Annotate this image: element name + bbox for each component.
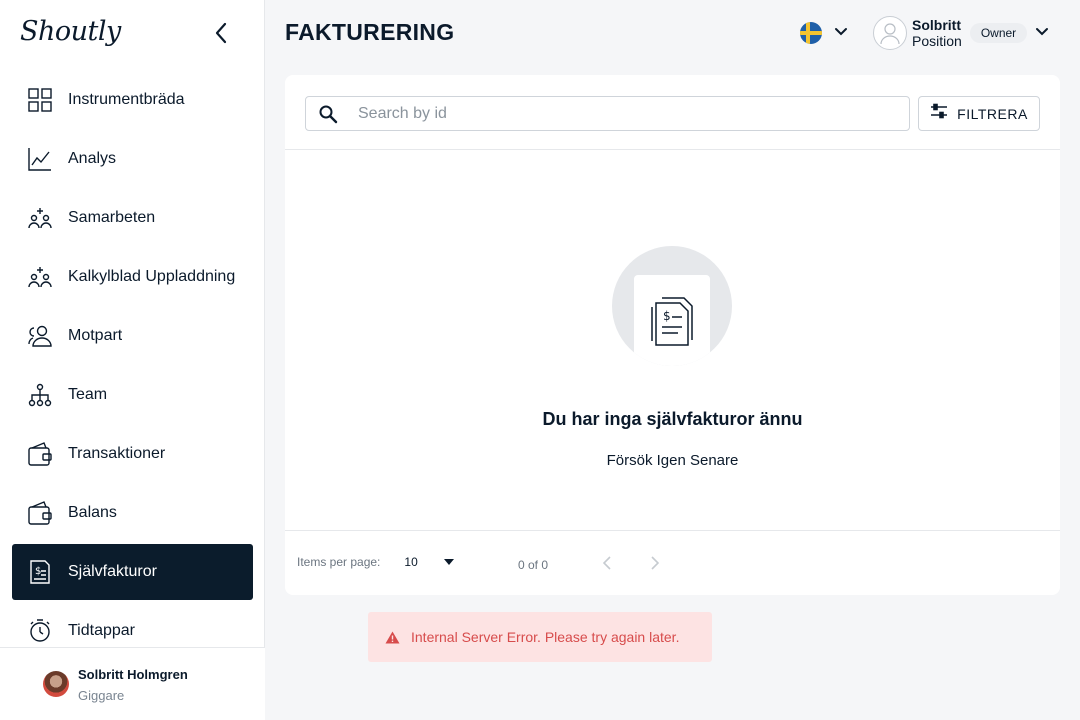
- user-name: Solbritt Holmgren: [78, 667, 188, 682]
- previous-page-button[interactable]: [595, 553, 619, 573]
- search-box[interactable]: [305, 96, 910, 131]
- sidebar-item-label: Transaktioner: [68, 445, 166, 462]
- swedish-flag-icon: [800, 22, 822, 44]
- profile-menu[interactable]: Solbritt Position Owner: [873, 16, 1049, 50]
- sidebar-item-analys[interactable]: Analys: [12, 131, 253, 187]
- sidebar-item-label: Tidtappar: [68, 622, 135, 639]
- sidebar-item-label: Analys: [68, 150, 117, 167]
- filter-button[interactable]: FILTRERA: [918, 96, 1040, 131]
- org-tree-icon: [28, 383, 52, 407]
- pagination: Items per page: 10: [297, 555, 460, 569]
- filter-label: FILTRERA: [957, 105, 1028, 122]
- chevron-left-icon: [603, 556, 611, 570]
- sidebar-nav: Instrumentbräda Analys Samarbeten Kalkyl…: [12, 72, 253, 662]
- line-chart-icon: [28, 147, 52, 171]
- next-page-button[interactable]: [643, 553, 667, 573]
- sidebar-item-balans[interactable]: Balans: [12, 485, 253, 541]
- warning-icon: [385, 631, 400, 643]
- sidebar-item-label: Kalkylblad Uppladdning: [68, 268, 236, 285]
- brand-logo[interactable]: Shoutly: [20, 16, 121, 47]
- profile-position: Position: [912, 33, 962, 49]
- divider: [285, 530, 1060, 531]
- empty-state-subtitle: Försök Igen Senare: [606, 452, 739, 469]
- empty-state-illustration: $: [612, 246, 732, 366]
- sidebar-item-transaktioner[interactable]: Transaktioner: [12, 426, 253, 482]
- users-icon: [28, 324, 52, 348]
- chevron-left-icon: [215, 22, 227, 44]
- invoice-icon: $: [28, 560, 52, 584]
- invoices-card: FILTRERA $ Du har inga självfakturor änn…: [285, 75, 1060, 595]
- profile-name: Solbritt: [912, 17, 961, 33]
- sidebar-item-label: Motpart: [68, 327, 123, 344]
- people-add-icon: [28, 265, 52, 289]
- svg-text:$: $: [663, 309, 671, 323]
- divider: [285, 149, 1060, 150]
- invoice-document-icon: $: [651, 296, 693, 346]
- chevron-down-icon: [834, 24, 848, 42]
- avatar: [43, 671, 69, 697]
- svg-text:$: $: [35, 566, 41, 577]
- sidebar-item-label: Samarbeten: [68, 209, 156, 226]
- wallet-icon: [28, 501, 52, 525]
- language-selector[interactable]: [800, 22, 848, 44]
- pagination-range: 0 of 0: [518, 558, 549, 572]
- filter-sliders-icon: [930, 103, 948, 124]
- people-add-icon: [28, 206, 52, 230]
- empty-state-title: Du har inga självfakturor ännu: [542, 409, 803, 429]
- sidebar-item-label: Instrumentbräda: [68, 91, 185, 108]
- sidebar-item-sjalvfakturor[interactable]: $ Självfakturor: [12, 544, 253, 600]
- error-alert: Internal Server Error. Please try again …: [368, 612, 712, 662]
- sidebar-item-label: Balans: [68, 504, 117, 521]
- chevron-down-icon: [1035, 24, 1049, 42]
- wallet-icon: [28, 442, 52, 466]
- sidebar-item-samarbeten[interactable]: Samarbeten: [12, 190, 253, 246]
- search-input[interactable]: [358, 104, 878, 123]
- sidebar: Shoutly Instrumentbräda Analys Samarbete…: [0, 0, 265, 720]
- error-message: Internal Server Error. Please try again …: [411, 629, 680, 645]
- sidebar-item-motpart[interactable]: Motpart: [12, 308, 253, 364]
- chevron-right-icon: [651, 556, 659, 570]
- collapse-sidebar-button[interactable]: [208, 20, 234, 46]
- sidebar-item-label: Självfakturor: [68, 563, 157, 580]
- items-per-page-label: Items per page:: [297, 555, 381, 569]
- page-title: FAKTURERING: [285, 19, 455, 45]
- items-per-page-value: 10: [404, 555, 418, 569]
- caret-down-icon: [444, 559, 455, 565]
- sidebar-item-team[interactable]: Team: [12, 367, 253, 423]
- stopwatch-icon: [28, 619, 52, 643]
- search-icon: [318, 104, 340, 124]
- role-badge: Owner: [969, 23, 1028, 43]
- user-role: Giggare: [78, 688, 125, 703]
- sidebar-item-instrumentbrada[interactable]: Instrumentbräda: [12, 72, 253, 128]
- user-footer[interactable]: Solbritt Holmgren Giggare: [0, 647, 265, 720]
- items-per-page-select[interactable]: 10: [404, 555, 460, 569]
- sidebar-item-label: Team: [68, 386, 108, 403]
- sidebar-item-kalkylblad[interactable]: Kalkylblad Uppladdning: [12, 249, 253, 305]
- user-avatar-icon: [873, 16, 907, 50]
- dashboard-grid-icon: [28, 88, 52, 112]
